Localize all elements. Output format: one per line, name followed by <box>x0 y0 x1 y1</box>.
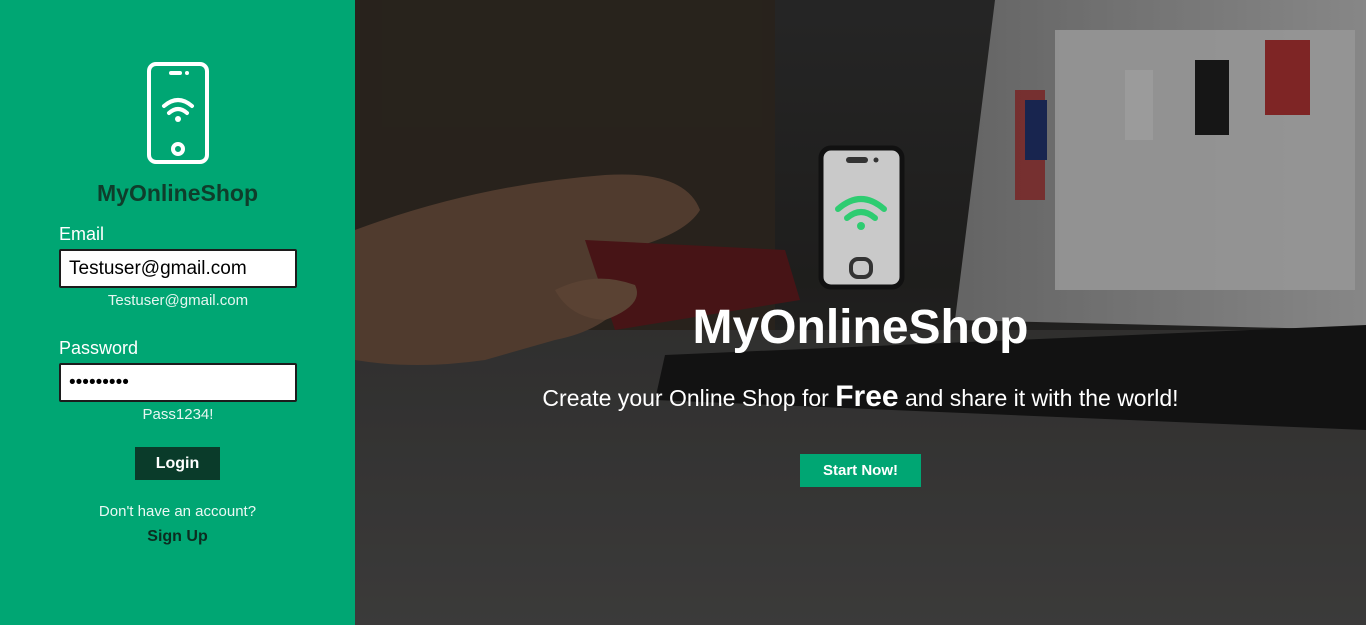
hero-subtitle-emphasis: Free <box>835 380 899 413</box>
start-now-button[interactable]: Start Now! <box>800 454 921 487</box>
signup-link[interactable]: Sign Up <box>0 528 355 546</box>
password-hint: Pass1234! <box>142 406 214 423</box>
signup-prompt: Don't have an account? <box>98 503 257 520</box>
login-button[interactable]: Login <box>135 447 220 480</box>
email-hint: Testuser@gmail.com <box>107 292 249 309</box>
smartphone-wifi-icon <box>147 62 209 164</box>
hero-title: MyOnlineShop <box>692 301 1029 354</box>
password-field[interactable] <box>59 363 297 402</box>
brand-name: MyOnlineShop <box>97 180 258 206</box>
password-label: Password <box>59 338 139 358</box>
hero-subtitle-before: Create your Online Shop for <box>542 385 836 411</box>
email-field[interactable] <box>59 249 297 288</box>
login-sidebar: MyOnlineShop Email Testuser@gmail.com Pa… <box>0 0 355 625</box>
email-label: Email <box>59 224 105 244</box>
smartphone-wifi-icon <box>818 145 905 290</box>
hero-subtitle-after: and share it with the world! <box>898 385 1179 411</box>
hero-subtitle: Create your Online Shop for Free and sha… <box>355 380 1366 414</box>
hero-section: MyOnlineShop Create your Online Shop for… <box>355 0 1366 625</box>
